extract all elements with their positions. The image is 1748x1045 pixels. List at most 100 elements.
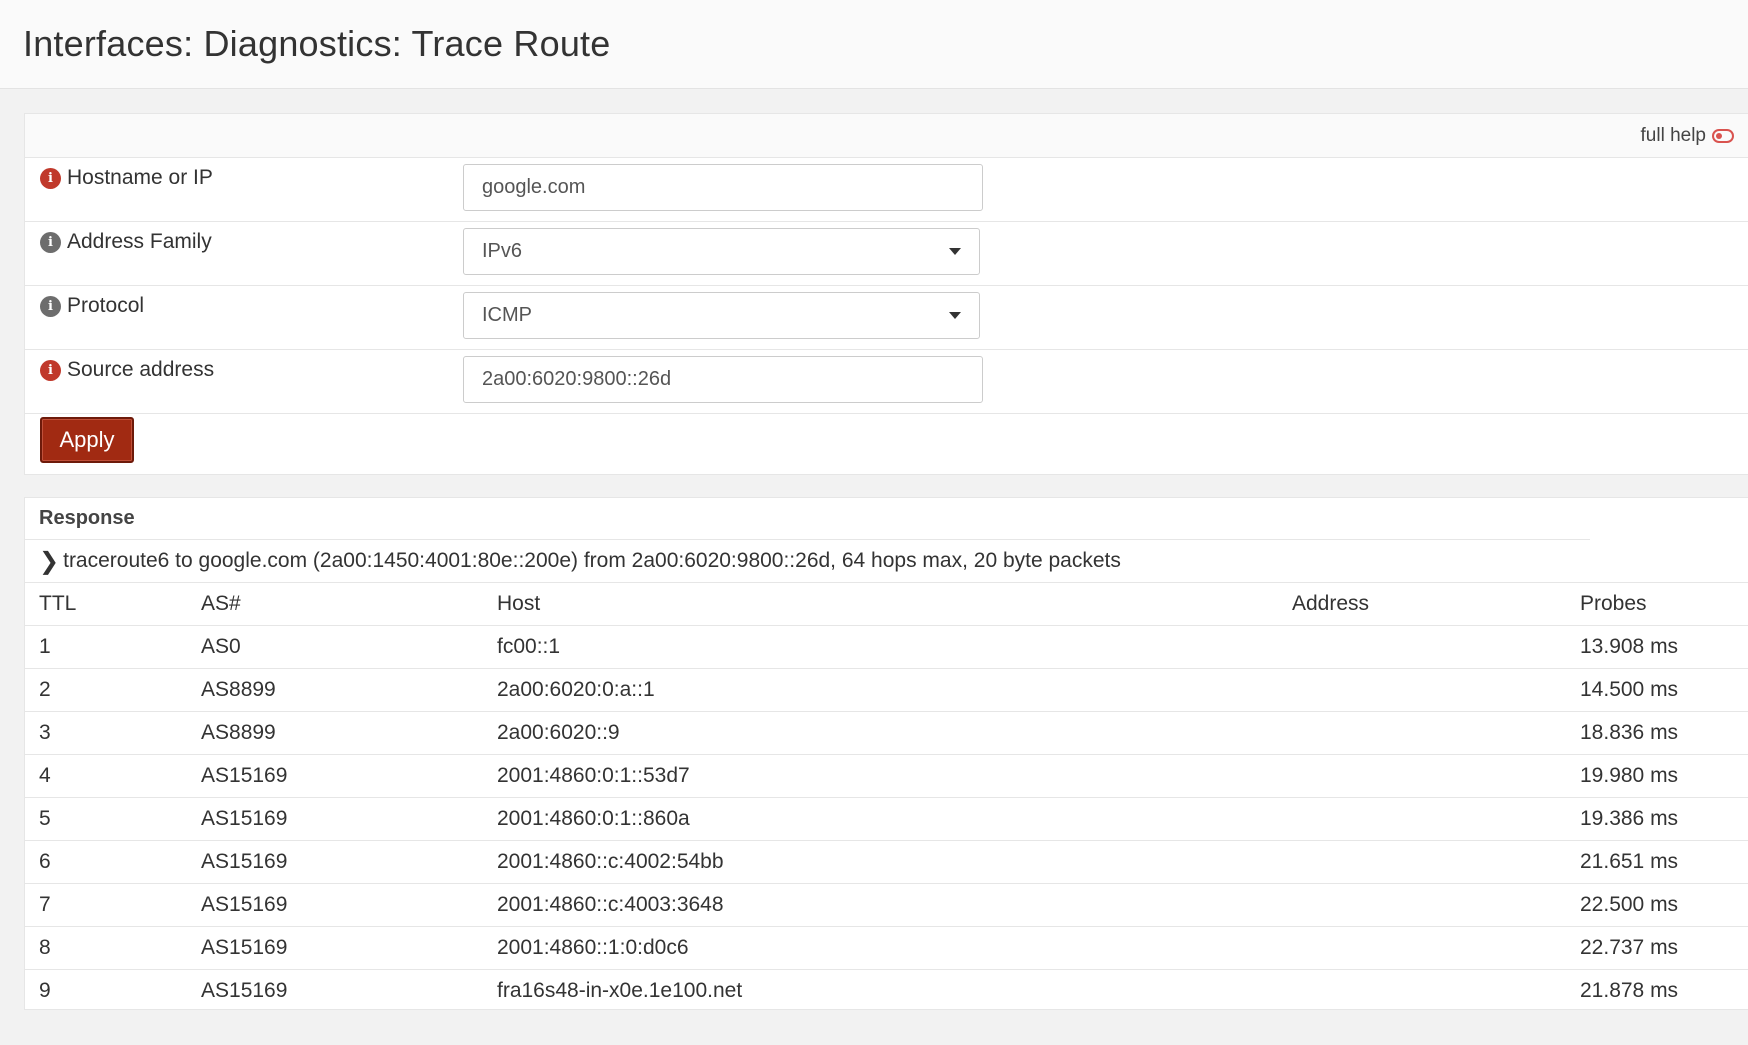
address-cell (1292, 926, 1580, 970)
address-cell (1292, 797, 1580, 841)
field-label: i Protocol (40, 294, 144, 318)
address-cell (1292, 840, 1580, 884)
caret-down-icon (949, 312, 961, 319)
ttl-cell: 6 (25, 840, 201, 884)
trace-route-form: full help i Hostname or IP google.com i … (24, 113, 1748, 475)
ttl-cell: 8 (25, 926, 201, 970)
page-title: Interfaces: Diagnostics: Trace Route (23, 23, 611, 64)
address-cell (1292, 711, 1580, 755)
as-cell: AS0 (201, 625, 497, 669)
ttl-cell: 5 (25, 797, 201, 841)
address-cell (1292, 970, 1580, 1013)
full-help-toggle[interactable]: full help (1640, 124, 1734, 147)
host-cell: fc00::1 (497, 625, 1292, 669)
page-header: Interfaces: Diagnostics: Trace Route (0, 0, 1748, 89)
caret-down-icon (949, 248, 961, 255)
form-row-source-address: i Source address 2a00:6020:9800::26d (25, 350, 1748, 414)
host-cell: 2001:4860::1:0:d0c6 (497, 926, 1292, 970)
column-header-probes: Probes (1580, 583, 1748, 626)
ttl-cell: 3 (25, 711, 201, 755)
command-summary[interactable]: ❯ traceroute6 to google.com (2a00:1450:4… (25, 540, 1748, 583)
source-address-value: 2a00:6020:9800::26d (482, 368, 672, 390)
table-row: 2 AS8899 2a00:6020:0:a::1 14.500 ms (25, 668, 1748, 712)
toggle-off-icon (1712, 128, 1734, 143)
address-family-value: IPv6 (482, 240, 523, 262)
form-row-hostname: i Hostname or IP google.com (25, 158, 1748, 222)
probes-cell: 19.980 ms (1580, 754, 1748, 798)
info-icon[interactable]: i (40, 359, 61, 381)
address-family-select[interactable]: IPv6 (463, 228, 980, 275)
as-cell: AS15169 (201, 883, 497, 927)
button-row: Apply (25, 414, 1748, 476)
apply-button[interactable]: Apply (40, 417, 134, 463)
as-cell: AS15169 (201, 797, 497, 841)
response-panel: Response ❯ traceroute6 to google.com (2a… (24, 497, 1748, 1010)
host-cell: 2001:4860:0:1::53d7 (497, 754, 1292, 798)
form-row-protocol: i Protocol ICMP (25, 286, 1748, 350)
table-row: 6 AS15169 2001:4860::c:4002:54bb 21.651 ms (25, 840, 1748, 884)
table-row: 4 AS15169 2001:4860:0:1::53d7 19.980 ms (25, 754, 1748, 798)
table-row: 7 AS15169 2001:4860::c:4003:3648 22.500 ms (25, 883, 1748, 927)
command-text: traceroute6 to google.com (2a00:1450:400… (63, 549, 1121, 572)
probes-cell: 13.908 ms (1580, 625, 1748, 669)
field-label: i Source address (40, 358, 214, 382)
probes-cell: 19.386 ms (1580, 797, 1748, 841)
full-help-label: full help (1640, 124, 1707, 146)
protocol-value: ICMP (482, 304, 532, 326)
table-row: 1 AS0 fc00::1 13.908 ms (25, 625, 1748, 669)
table-row: 5 AS15169 2001:4860:0:1::860a 19.386 ms (25, 797, 1748, 841)
host-cell: 2a00:6020:0:a::1 (497, 668, 1292, 712)
table-row: 3 AS8899 2a00:6020::9 18.836 ms (25, 711, 1748, 755)
as-cell: AS8899 (201, 711, 497, 755)
field-label: i Address Family (40, 230, 212, 254)
probes-cell: 22.737 ms (1580, 926, 1748, 970)
column-header-ttl: TTL (25, 583, 201, 626)
info-icon[interactable]: i (40, 167, 61, 189)
ttl-cell: 1 (25, 625, 201, 669)
column-header-host: Host (497, 583, 1292, 626)
host-cell: 2001:4860:0:1::860a (497, 797, 1292, 841)
address-cell (1292, 883, 1580, 927)
address-cell (1292, 754, 1580, 798)
host-cell: 2001:4860::c:4002:54bb (497, 840, 1292, 884)
probes-cell: 14.500 ms (1580, 668, 1748, 712)
as-cell: AS15169 (201, 979, 288, 1002)
probes-cell: 18.836 ms (1580, 711, 1748, 755)
ttl-cell: 9 (39, 979, 51, 1002)
ttl-cell: 4 (25, 754, 201, 798)
field-label: i Hostname or IP (40, 166, 213, 190)
source-address-label: Source address (67, 358, 215, 381)
host-cell: fra16s48-in-x0e.1e100.net (497, 979, 743, 1002)
as-cell: AS8899 (201, 668, 497, 712)
help-row: full help (25, 114, 1748, 158)
hostname-value: google.com (482, 176, 586, 198)
info-icon[interactable]: i (40, 231, 61, 253)
source-address-input[interactable]: 2a00:6020:9800::26d (463, 356, 983, 403)
probes-cell: 21.651 ms (1580, 840, 1748, 884)
traceroute-table: TTL AS# Host Address Probes 1 AS0 fc00::1 1… (25, 583, 1748, 1012)
hostname-input[interactable]: google.com (463, 164, 983, 211)
as-cell: AS15169 (201, 926, 497, 970)
as-cell: AS15169 (201, 840, 497, 884)
address-family-label: Address Family (67, 230, 212, 253)
address-cell (1292, 625, 1580, 669)
info-icon[interactable]: i (40, 295, 61, 317)
hostname-label: Hostname or IP (67, 166, 213, 189)
protocol-select[interactable]: ICMP (463, 292, 980, 339)
ttl-cell: 7 (25, 883, 201, 927)
response-title: Response (25, 498, 1590, 540)
table-row: 8 AS15169 2001:4860::1:0:d0c6 22.737 ms (25, 926, 1748, 970)
table-row: 9 AS15169 fra16s48-in-x0e.1e100.net 21.878 … (25, 970, 1748, 1013)
chevron-right-icon: ❯ (39, 547, 60, 575)
as-cell: AS15169 (201, 754, 497, 798)
address-cell (1292, 668, 1580, 712)
probes-cell: 21.878 ms (1580, 979, 1679, 1002)
ttl-cell: 2 (25, 668, 201, 712)
probes-cell: 22.500 ms (1580, 883, 1748, 927)
table-header-row: TTL AS# Host Address Probes (25, 583, 1748, 626)
host-cell: 2001:4860::c:4003:3648 (497, 883, 1292, 927)
host-cell: 2a00:6020::9 (497, 711, 1292, 755)
column-header-address: Address (1292, 583, 1580, 626)
form-row-address-family: i Address Family IPv6 (25, 222, 1748, 286)
column-header-as: AS# (201, 583, 497, 626)
